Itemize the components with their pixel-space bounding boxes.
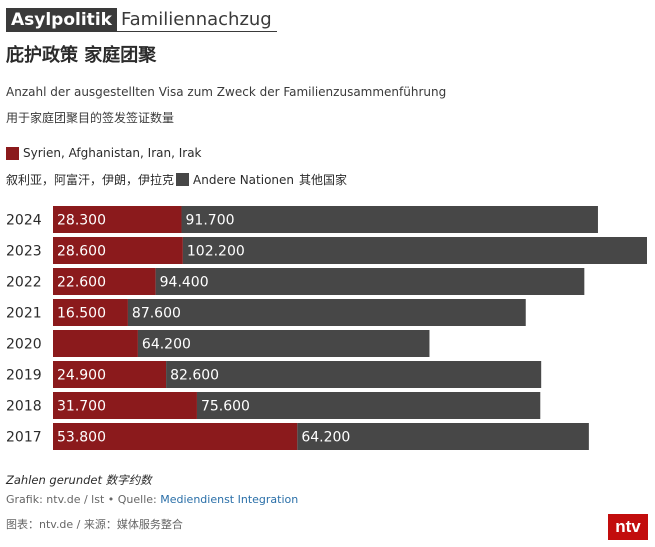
year-label: 2024: [6, 213, 42, 229]
bar-value-label: 53.800: [57, 430, 106, 446]
bar-segment-series2: [127, 299, 526, 326]
chinese-title: 庇护政策 家庭团聚: [6, 45, 157, 66]
legend-label-series2-zh: 其他国家: [299, 173, 348, 187]
legend-row-1: Syrien, Afghanistan, Iran, Irak: [6, 146, 202, 160]
source-link[interactable]: Mediendienst Integration: [160, 493, 298, 506]
bar-value-label: 22.600: [57, 275, 106, 291]
legend-label-series1-de: Syrien, Afghanistan, Iran, Irak: [23, 146, 202, 160]
legend-swatch-series2: [176, 173, 190, 186]
header-tag: Asylpolitik: [6, 8, 117, 32]
legend-swatch-series1: [6, 146, 19, 160]
header: Asylpolitik Familiennachzug: [6, 8, 277, 32]
bar-segment-series2: [181, 206, 598, 233]
bar-segment-series2: [182, 237, 647, 264]
bar-value-label: 75.600: [201, 399, 250, 415]
source-line: Grafik: ntv.de / lst • Quelle: Mediendie…: [6, 493, 298, 506]
bar-value-label: 82.600: [170, 368, 219, 384]
bar-value-label: 102.200: [187, 244, 245, 260]
footnote-rounded: Zahlen gerundet 数字约数: [6, 473, 152, 487]
subtitle-german: Anzahl der ausgestellten Visa zum Zweck …: [6, 85, 447, 99]
bar-value-label: 91.700: [186, 213, 235, 229]
year-label: 2018: [6, 399, 42, 415]
bar-value-label: 28.300: [57, 213, 106, 229]
legend-row-2: 叙利亚，阿富汗，伊朗，伊拉克 Andere Nationen 其他国家: [6, 171, 347, 188]
bar-value-label: 24.900: [57, 368, 106, 384]
bar-value-label: 16.500: [57, 306, 106, 322]
legend-label-series1-zh: 叙利亚，阿富汗，伊朗，伊拉克: [6, 173, 175, 187]
legend-label-series2-de: Andere Nationen: [193, 172, 295, 187]
year-label: 2023: [6, 244, 42, 260]
year-label: 2021: [6, 306, 42, 322]
year-label: 2019: [6, 368, 42, 384]
year-label: 2022: [6, 275, 42, 291]
bar-value-label: 31.700: [57, 399, 106, 415]
subtitle-chinese: 用于家庭团聚目的签发签证数量: [6, 111, 175, 125]
bar-chart: 2024 28.300 91.700 2023 28.600 102.200 2022 22.…: [6, 206, 647, 450]
bar-segment-series2: [155, 268, 585, 295]
year-label: 2017: [6, 430, 42, 446]
ntv-logo: ntv: [608, 514, 648, 540]
source-prefix: Grafik: ntv.de / lst • Quelle:: [6, 493, 161, 506]
bar-value-label: 64.200: [301, 430, 350, 446]
bar-value-label: 64.200: [142, 337, 191, 353]
bar-segment-series2: [166, 361, 542, 388]
bar-value-label: 28.600: [57, 244, 106, 260]
header-title: Familiennachzug: [116, 8, 277, 32]
year-label: 2020: [6, 337, 42, 353]
bar-value-label: 87.600: [132, 306, 181, 322]
bar-segment-series1: [53, 330, 138, 357]
source-line-chinese: 图表：ntv.de / 来源：媒体服务整合: [6, 518, 183, 531]
bar-value-label: 94.400: [160, 275, 209, 291]
